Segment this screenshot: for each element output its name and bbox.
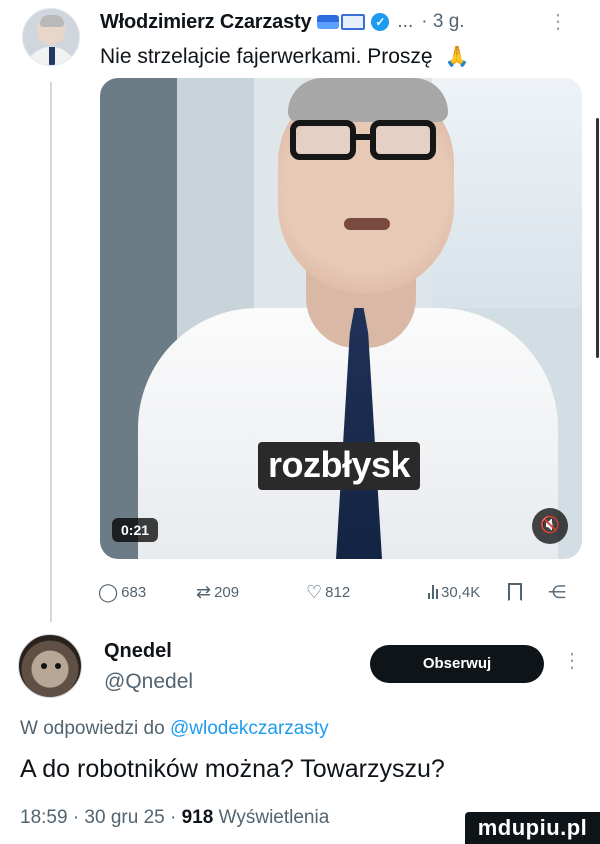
video-background-window	[432, 78, 582, 308]
wave-emoji-icon	[317, 15, 340, 29]
retweet-icon: ⇄	[196, 581, 212, 602]
replying-mention-link[interactable]: @wlodekczarzasty	[170, 718, 329, 739]
video-person-glasses	[290, 120, 450, 162]
reply-views-label: Wyświetlenia	[218, 807, 330, 828]
avatar-hair	[40, 15, 64, 27]
retweet-button[interactable]: ⇄ 209	[196, 582, 239, 603]
tweet-text: Nie strzelajcie fajerwerkami. Proszę 🙏	[100, 44, 469, 69]
author-avatar[interactable]	[22, 8, 80, 66]
like-count: 812	[325, 583, 351, 601]
watermark-logo: mdupiu.pl	[465, 812, 600, 844]
video-person-hair	[288, 78, 448, 122]
video-person-mouth	[344, 218, 390, 230]
mute-button[interactable]: 🔇	[532, 508, 568, 544]
reply-count: 683	[121, 583, 147, 601]
share-button[interactable]: ⋲	[548, 582, 566, 603]
name-ellipsis: ...	[397, 11, 414, 32]
replying-to-line: W odpowiedzi do @wlodekczarzasty	[20, 718, 329, 740]
heart-icon: ♡	[306, 581, 323, 602]
bookmark-icon	[508, 583, 522, 601]
views-count: 30,4K	[441, 583, 481, 601]
reply-footer: 18:59 · 30 gru 25 · 918 Wyświetlenia	[20, 807, 329, 829]
reply-views-count: 918	[181, 807, 214, 828]
scrollbar[interactable]	[596, 118, 599, 358]
verified-badge-icon: ✓	[371, 13, 390, 31]
reply-button[interactable]: ◯ 683	[98, 582, 146, 603]
retweet-count: 209	[214, 583, 240, 601]
avatar-tie	[49, 47, 55, 65]
reply-text: A do robotników można? Towarzyszu?	[20, 755, 445, 783]
avatar-eye-right	[55, 663, 61, 669]
reply-author-avatar[interactable]	[18, 634, 82, 698]
book-emoji-icon	[341, 14, 366, 30]
video-caption: rozbłysk	[258, 442, 421, 490]
name-emoji-icons	[317, 14, 366, 30]
follow-button[interactable]: Obserwuj	[370, 645, 544, 683]
pray-emoji-icon: 🙏	[444, 46, 470, 68]
reply-icon: ◯	[98, 581, 119, 602]
tweet-time[interactable]: · 3 g.	[421, 11, 464, 33]
more-options-icon[interactable]: ⋮	[548, 8, 568, 36]
thread-connector-line	[50, 82, 52, 622]
reply-author-handle[interactable]: @Qnedel	[104, 670, 193, 694]
like-button[interactable]: ♡ 812	[306, 582, 350, 603]
author-name[interactable]: Włodzimierz Czarzasty	[100, 11, 312, 34]
views-button[interactable]: 30,4K	[428, 584, 480, 601]
tweet-text-content: Nie strzelajcie fajerwerkami. Proszę	[100, 45, 433, 68]
bookmark-button[interactable]	[508, 583, 522, 601]
replying-prefix: W odpowiedzi do	[20, 718, 165, 739]
tweet-header: Włodzimierz Czarzasty ✓ ... · 3 g. ⋮	[100, 8, 580, 36]
avatar-eye-left	[41, 663, 47, 669]
reply-timestamp[interactable]: 18:59 · 30 gru 25 ·	[20, 807, 176, 828]
tweet-actions: ◯ 683 ⇄ 209 ♡ 812 30,4K ⋲	[98, 577, 580, 607]
reply-more-options-icon[interactable]: ⋮	[562, 648, 582, 673]
views-bar-icon	[428, 585, 438, 599]
share-icon: ⋲	[548, 581, 566, 602]
video-player[interactable]: rozbłysk 0:21 🔇	[100, 78, 582, 559]
video-duration: 0:21	[112, 518, 159, 542]
reply-author-name[interactable]: Qnedel	[104, 640, 172, 663]
